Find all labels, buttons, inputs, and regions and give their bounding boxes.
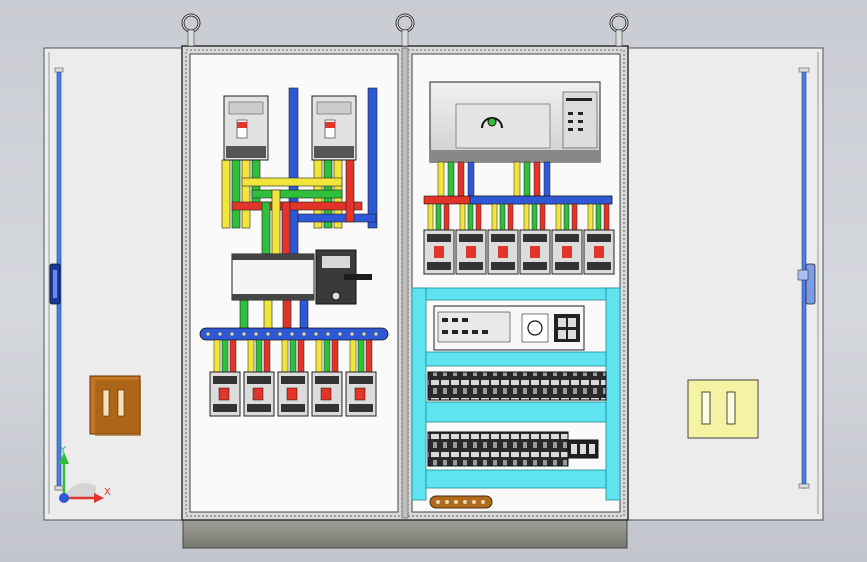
branch-breaker-row[interactable] xyxy=(209,371,377,417)
lifting-eye-icon xyxy=(609,13,629,47)
control-breaker[interactable] xyxy=(551,229,583,275)
branch-breaker[interactable] xyxy=(209,371,241,417)
control-breaker[interactable] xyxy=(455,229,487,275)
control-breaker[interactable] xyxy=(583,229,615,275)
lock-icon[interactable] xyxy=(89,375,141,436)
lifting-eye-icon xyxy=(395,13,415,47)
branch-breaker[interactable] xyxy=(243,371,275,417)
main-circuit-breaker[interactable] xyxy=(223,95,269,161)
cad-viewport[interactable]: Y X xyxy=(0,0,867,562)
plc-controller[interactable] xyxy=(429,81,601,163)
control-breaker[interactable] xyxy=(423,229,455,275)
right-mounting-plate[interactable] xyxy=(411,53,621,513)
control-breaker[interactable] xyxy=(519,229,551,275)
branch-breaker[interactable] xyxy=(345,371,377,417)
ground-bar xyxy=(429,495,493,509)
assembly-canvas: Y X xyxy=(43,13,824,549)
branch-breaker[interactable] xyxy=(277,371,309,417)
door-handle-icon[interactable] xyxy=(49,263,61,305)
right-door[interactable] xyxy=(625,47,824,521)
left-mounting-plate[interactable] xyxy=(189,53,399,513)
control-breaker[interactable] xyxy=(487,229,519,275)
lifting-eye-icon xyxy=(181,13,201,47)
distribution-busbar xyxy=(199,327,389,341)
relay-terminal-row[interactable] xyxy=(427,371,607,401)
hmi-module[interactable] xyxy=(433,305,585,351)
y-axis-label: Y xyxy=(59,445,67,456)
control-busbar xyxy=(423,195,613,205)
x-axis-label: X xyxy=(104,487,111,498)
lock-icon[interactable] xyxy=(687,379,759,439)
main-circuit-breaker[interactable] xyxy=(311,95,357,161)
branch-breaker[interactable] xyxy=(311,371,343,417)
transfer-switch[interactable] xyxy=(231,249,372,305)
